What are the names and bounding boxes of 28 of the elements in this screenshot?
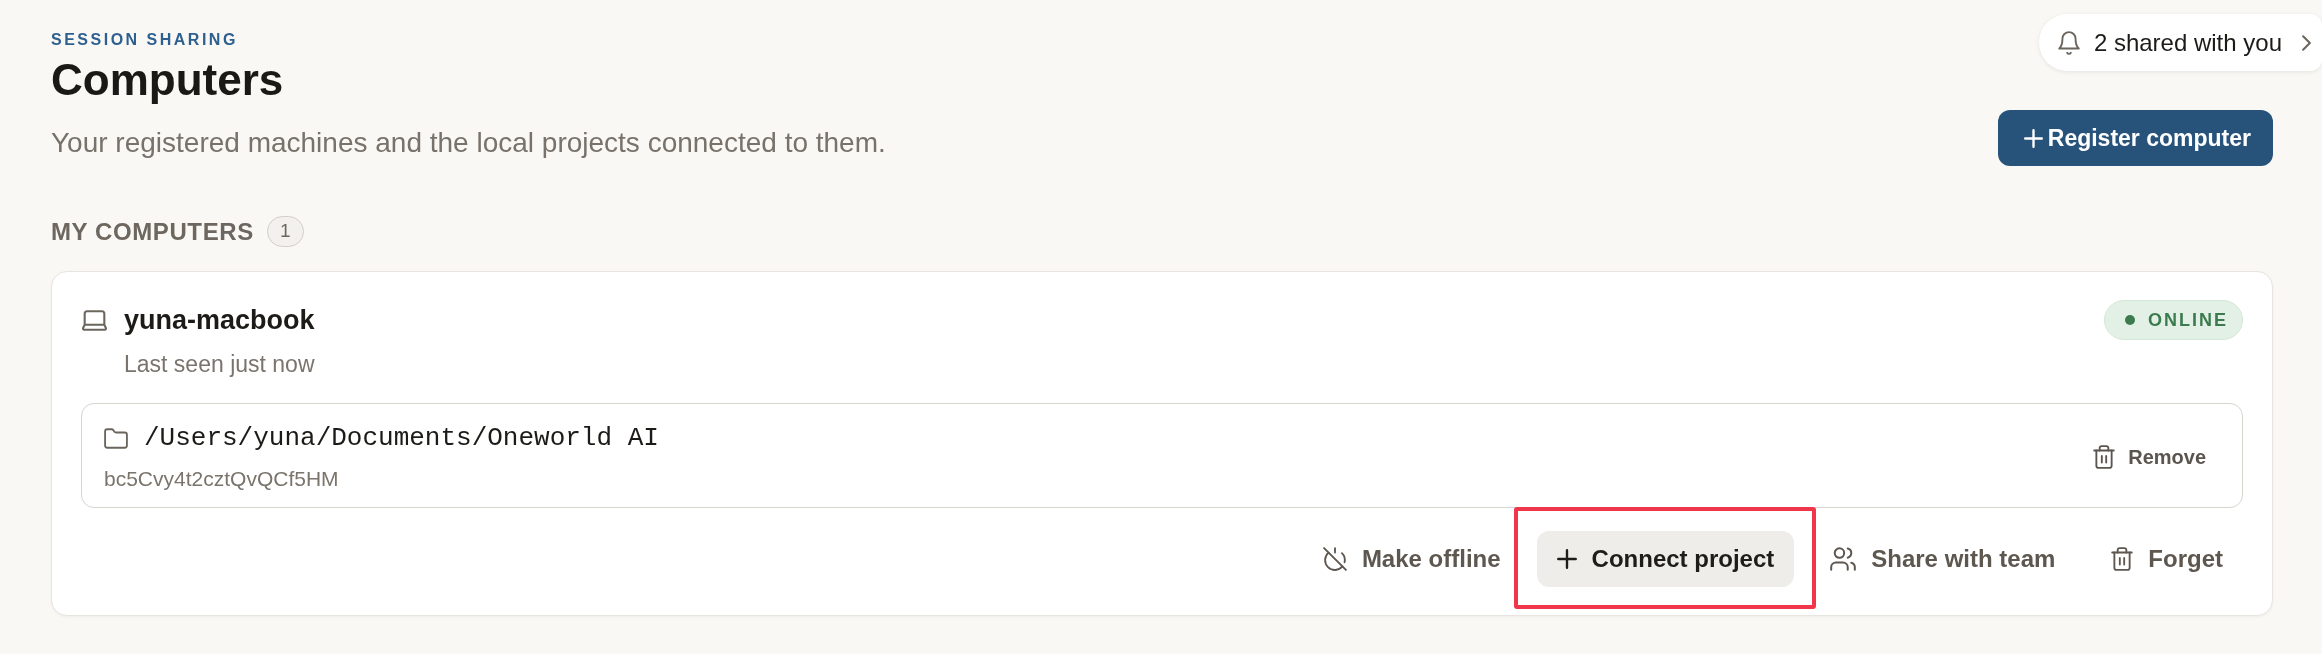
- register-computer-button[interactable]: Register computer: [1997, 110, 2273, 166]
- page-subtitle: Your registered machines and the local projects connected to them.: [51, 126, 886, 160]
- last-seen-text: Last seen just now: [124, 350, 315, 378]
- power-off-icon: [1322, 547, 1347, 571]
- users-icon: [1830, 547, 1857, 571]
- section-eyebrow: SESSION SHARING: [51, 30, 239, 50]
- action-button[interactable]: Make offline: [1302, 531, 1521, 587]
- section-title: MY COMPUTERS: [51, 216, 254, 247]
- laptop-icon: [81, 309, 108, 331]
- trash-icon: [2093, 445, 2116, 469]
- page-title: Computers: [51, 54, 285, 106]
- trash-icon: [2111, 547, 2134, 571]
- computer-name: yuna-macbook: [124, 304, 315, 337]
- bell-icon: [2057, 30, 2080, 55]
- shared-with-you-button[interactable]: 2 shared with you: [2038, 14, 2322, 71]
- status-badge: ONLINE: [2104, 300, 2243, 340]
- action-button[interactable]: Connect project: [1536, 531, 1795, 587]
- remove-button[interactable]: Remove: [2081, 434, 2218, 480]
- plus-icon: [1556, 549, 1577, 569]
- plus-icon: [2023, 128, 2043, 148]
- status-dot-icon: [2125, 315, 2135, 325]
- action-button[interactable]: Forget: [2091, 531, 2243, 587]
- count-pill: 1: [266, 216, 304, 247]
- project-id: bc5Cvy4t2cztQvQCf5HM: [104, 466, 340, 492]
- action-button[interactable]: Share with team: [1810, 531, 2076, 587]
- chevron-right-icon: [2302, 34, 2311, 51]
- folder-icon: [104, 427, 128, 449]
- project-path: /Users/yuna/Documents/Oneworld AI: [144, 422, 659, 455]
